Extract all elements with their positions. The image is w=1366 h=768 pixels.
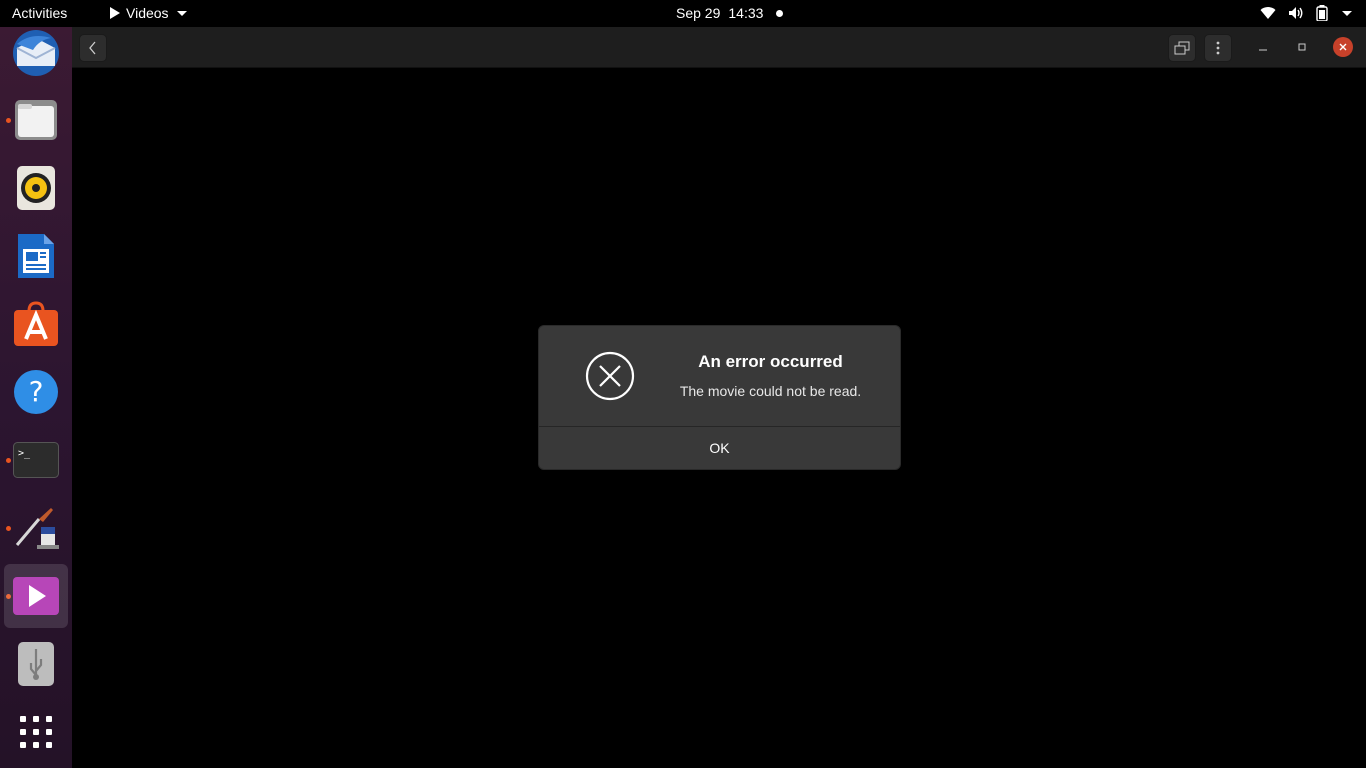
folder-icon: [15, 100, 57, 140]
top-bar: Activities Videos Sep 29 14:33: [0, 0, 1366, 27]
minimize-icon: [1259, 49, 1267, 51]
close-icon: [1339, 43, 1347, 51]
chevron-left-icon: [89, 41, 96, 55]
grid-icon: [20, 716, 52, 748]
battery-icon: [1316, 5, 1328, 21]
menu-button[interactable]: [1204, 34, 1232, 62]
maximize-icon: [1298, 43, 1306, 51]
dock-item-thunderbird[interactable]: [4, 21, 68, 85]
thunderbird-icon: [13, 30, 59, 76]
notification-dot-icon: [776, 10, 783, 17]
dock-item-terminal[interactable]: >_: [4, 428, 68, 492]
maximize-button[interactable]: [1292, 37, 1312, 57]
dock-item-files[interactable]: [4, 88, 68, 152]
close-button[interactable]: [1333, 37, 1353, 57]
restore-windows-icon: [1174, 41, 1190, 55]
header-bar: [72, 27, 1366, 68]
usb-drive-icon: [18, 642, 54, 686]
dock-item-rhythmbox[interactable]: [4, 156, 68, 220]
document-icon: [18, 234, 54, 278]
svg-text:?: ?: [29, 375, 44, 408]
terminal-icon: >_: [13, 442, 59, 478]
vertical-ellipsis-icon: [1216, 41, 1220, 55]
ok-button[interactable]: OK: [539, 427, 900, 469]
system-tray[interactable]: [1260, 5, 1352, 21]
svg-text:>_: >_: [18, 448, 31, 459]
dock-item-usb-drive[interactable]: [4, 632, 68, 696]
app-menu-label: Videos: [126, 5, 169, 21]
dialog-title: An error occurred: [698, 352, 843, 371]
clock-time: 14:33: [728, 5, 764, 21]
show-applications-button[interactable]: [4, 700, 68, 764]
error-dialog: An error occurred The movie could not be…: [538, 325, 901, 470]
chevron-down-icon: [176, 10, 187, 16]
unfullscreen-button[interactable]: [1168, 34, 1196, 62]
shopping-bag-icon: [14, 301, 58, 346]
dock-item-libreoffice-writer[interactable]: [4, 224, 68, 288]
speaker-icon: [17, 166, 55, 210]
minimize-button[interactable]: [1253, 37, 1273, 57]
play-icon: [110, 7, 120, 19]
paintbrush-icon: [15, 508, 59, 549]
dock-item-help[interactable]: ?: [4, 360, 68, 424]
video-play-icon: [13, 577, 59, 615]
dialog-message: The movie could not be read.: [679, 383, 862, 399]
back-button[interactable]: [79, 34, 107, 62]
volume-icon: [1289, 7, 1303, 19]
app-menu[interactable]: Videos: [110, 5, 187, 21]
wifi-icon: [1260, 7, 1276, 20]
clock-date: Sep 29: [676, 5, 721, 21]
help-icon: ?: [14, 370, 58, 414]
activities-button[interactable]: Activities: [12, 5, 67, 21]
error-icon: [585, 351, 635, 401]
dock-item-drawing[interactable]: [4, 496, 68, 560]
system-menu-chevron-icon: [1342, 10, 1352, 16]
dock-item-videos[interactable]: [4, 564, 68, 628]
clock[interactable]: Sep 29 14:33: [676, 5, 763, 21]
dock: ? >_: [0, 27, 72, 768]
dock-item-ubuntu-software[interactable]: [4, 292, 68, 356]
